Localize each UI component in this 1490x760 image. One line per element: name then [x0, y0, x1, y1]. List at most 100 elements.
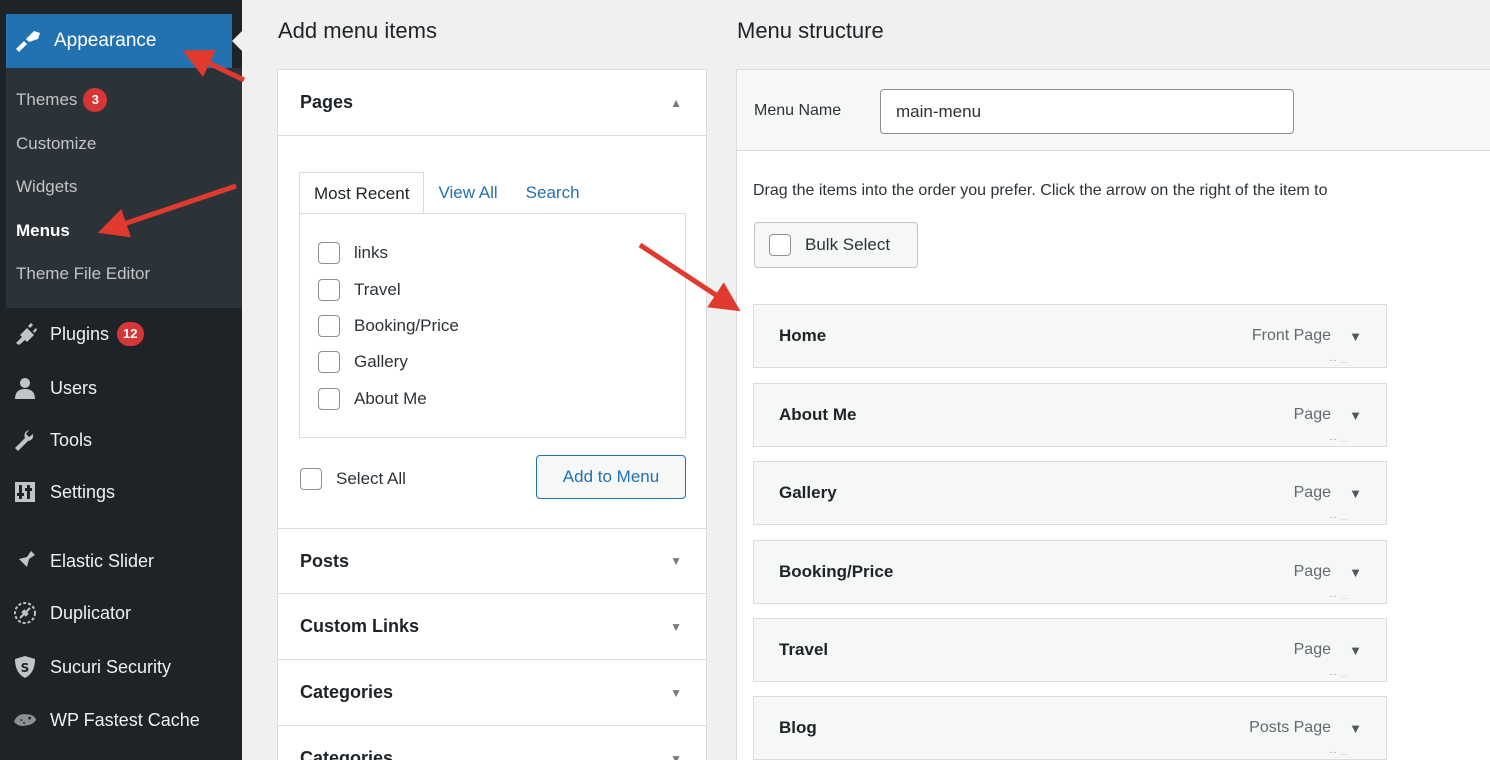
submenu-label: Widgets: [16, 177, 78, 196]
submenu-item-theme-file-editor[interactable]: Theme File Editor: [16, 264, 150, 284]
menu-item-booking-price[interactable]: Booking/Price Page ▼ -- ..: [753, 540, 1387, 604]
menu-item-type: Page: [1293, 484, 1331, 501]
menu-item-home[interactable]: Home Front Page ▼ -- ..: [753, 304, 1387, 368]
sidebar-item-label: Settings: [50, 481, 116, 502]
menu-item-gallery[interactable]: Gallery Page ▼ -- ..: [753, 461, 1387, 525]
update-count-badge: 12: [117, 322, 144, 346]
accordion-posts[interactable]: Posts ▼: [278, 528, 706, 594]
chevron-down-icon: ▼: [670, 619, 682, 634]
chevron-up-icon: ▲: [670, 95, 682, 110]
chevron-down-icon: ▼: [670, 751, 682, 760]
menu-item-travel[interactable]: Travel Page ▼ -- ..: [753, 618, 1387, 682]
menu-structure-heading: Menu structure: [737, 18, 884, 43]
drag-handle-icon: -- ..: [1329, 591, 1348, 601]
sidebar-item-label: Duplicator: [50, 602, 132, 623]
accordion-title: Categories: [300, 682, 394, 702]
sidebar-top-strip: [0, 0, 242, 14]
accordion-custom-links[interactable]: Custom Links ▼: [278, 594, 706, 660]
menu-item-type: Front Page: [1251, 327, 1331, 344]
menu-item-type: Posts Page: [1249, 719, 1331, 736]
menu-item-title: Home: [779, 326, 827, 345]
menu-name-label: Menu Name: [754, 102, 842, 119]
checkbox[interactable]: [318, 388, 340, 410]
menu-item-title: Gallery: [779, 483, 837, 502]
sidebar-item-duplicator[interactable]: Duplicator: [6, 593, 242, 633]
menu-item-type: Page: [1293, 641, 1331, 658]
chevron-down-icon[interactable]: ▼: [1349, 329, 1362, 344]
chevron-down-icon: ▼: [670, 554, 682, 568]
settings-icon: [12, 480, 38, 504]
page-option-about-me[interactable]: About Me: [318, 388, 427, 410]
menu-structure-panel: Menu Name main-menu Drag the items into …: [736, 69, 1490, 760]
tab-view-all[interactable]: View All: [424, 172, 511, 214]
checkbox[interactable]: [318, 242, 340, 264]
accordion-title: Posts: [300, 550, 350, 571]
tab-most-recent[interactable]: Most Recent: [299, 172, 425, 214]
select-all[interactable]: Select All: [300, 468, 406, 490]
duplicator-icon: [12, 601, 38, 625]
add-menu-items-heading: Add menu items: [278, 18, 437, 43]
page-option-label: Gallery: [354, 352, 408, 371]
menu-item-about-me[interactable]: About Me Page ▼ -- ..: [753, 383, 1387, 447]
sidebar-item-tools[interactable]: Tools: [6, 420, 242, 460]
update-count-badge: 3: [83, 88, 108, 112]
menu-name-input[interactable]: main-menu: [880, 89, 1294, 134]
chevron-down-icon: ▼: [670, 685, 682, 700]
chevron-down-icon[interactable]: ▼: [1349, 643, 1362, 658]
accordion-categories[interactable]: Categories ▼: [278, 660, 706, 726]
menu-item-title: Blog: [779, 718, 817, 737]
chevron-down-icon[interactable]: ▼: [1349, 486, 1362, 501]
sidebar-item-label: Appearance: [54, 30, 157, 51]
submenu-label: Menus: [16, 221, 70, 240]
sidebar-item-sucuri-security[interactable]: S Sucuri Security: [6, 647, 242, 687]
pin-icon: [12, 549, 38, 573]
menu-item-title: Travel: [779, 640, 829, 659]
accordion-title: Pages: [300, 92, 354, 112]
sidebar-item-label: Elastic Slider: [50, 550, 155, 571]
select-all-label: Select All: [336, 469, 406, 488]
cheetah-icon: [12, 708, 38, 732]
chevron-down-icon[interactable]: ▼: [1349, 565, 1362, 580]
checkbox[interactable]: [318, 351, 340, 373]
add-to-menu-button[interactable]: Add to Menu: [536, 455, 686, 499]
sidebar-item-plugins[interactable]: Plugins 12: [6, 314, 242, 354]
sidebar-item-users[interactable]: Users: [6, 368, 242, 408]
page-option-travel[interactable]: Travel: [318, 279, 401, 301]
submenu-item-widgets[interactable]: Widgets: [16, 177, 77, 197]
drag-handle-icon: -- ..: [1329, 512, 1348, 522]
menu-item-title: About Me: [779, 405, 857, 424]
svg-text:S: S: [21, 661, 30, 675]
checkbox[interactable]: [318, 279, 340, 301]
accordion-pages[interactable]: Pages ▲: [278, 70, 706, 136]
accordion-categories-2[interactable]: Categories ▼: [278, 726, 706, 760]
sidebar-item-elastic-slider[interactable]: Elastic Slider: [6, 541, 242, 581]
submenu-item-menus[interactable]: Menus: [16, 221, 70, 241]
chevron-down-icon[interactable]: ▼: [1349, 721, 1362, 736]
chevron-down-icon[interactable]: ▼: [1349, 408, 1362, 423]
menu-item-blog[interactable]: Blog Posts Page ▼ -- ..: [753, 696, 1387, 760]
pages-checklist: links Travel Booking/Price Gallery About…: [299, 213, 686, 438]
page-option-links[interactable]: links: [318, 242, 388, 264]
page-option-gallery[interactable]: Gallery: [318, 351, 408, 373]
sidebar-item-settings[interactable]: Settings: [6, 472, 242, 512]
bulk-select-button[interactable]: Bulk Select: [754, 222, 918, 268]
page-option-booking-price[interactable]: Booking/Price: [318, 315, 459, 337]
menu-item-title: Booking/Price: [779, 562, 894, 581]
tab-search[interactable]: Search: [512, 172, 594, 214]
plugin-icon: [12, 322, 38, 346]
drag-instructions: Drag the items into the order you prefer…: [753, 182, 1328, 199]
sidebar-item-label: Tools: [50, 429, 93, 450]
accordion-title: Categories: [300, 748, 394, 760]
submenu-item-customize[interactable]: Customize: [16, 134, 96, 154]
submenu-item-themes[interactable]: Themes 3: [16, 88, 108, 112]
appearance-submenu: Themes 3 Customize Widgets Menus Theme F…: [6, 68, 242, 308]
menu-item-type: Page: [1293, 406, 1331, 423]
submenu-label: Customize: [16, 134, 97, 153]
sidebar-item-appearance[interactable]: Appearance: [6, 14, 242, 68]
checkbox[interactable]: [318, 315, 340, 337]
page-option-label: Travel: [354, 280, 401, 299]
sidebar-item-label: Plugins: [50, 323, 110, 344]
sidebar-item-wp-fastest-cache[interactable]: WP Fastest Cache: [6, 700, 242, 740]
wrench-icon: [12, 428, 38, 452]
checkbox[interactable]: [300, 468, 322, 490]
